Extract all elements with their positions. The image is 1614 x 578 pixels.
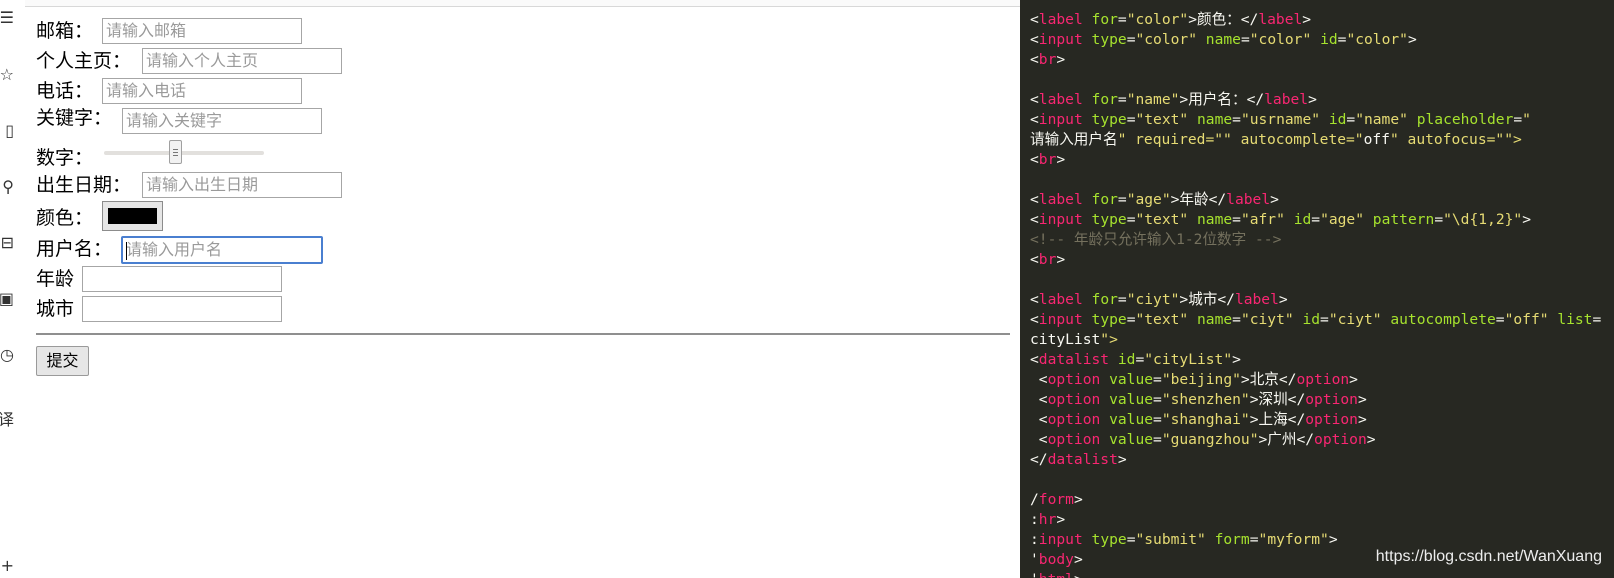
browser-page: ☰ ☆ ▯ ⚲ ⊟ ▣ ◷ 译 + 邮箱： 请输入邮箱 个人主页： 请输入个人主…	[0, 0, 1020, 578]
birthday-field[interactable]: 请输入出生日期	[142, 172, 342, 198]
email-label: 邮箱：	[36, 20, 94, 42]
number-slider[interactable]	[104, 151, 264, 155]
code-line: <input type="text" name="afr" id="age" p…	[1030, 211, 1531, 228]
code-line: <input type="text" name="ciyt" id="ciyt"…	[1030, 311, 1602, 328]
keyword-field[interactable]: 请输入关键字	[122, 108, 322, 134]
code-line: <datalist id="cityList">	[1030, 351, 1241, 368]
code-line: <input type="text" name="usrname" id="na…	[1030, 111, 1531, 128]
code-line: <!-- 年龄只允许输入1-2位数字 -->	[1030, 231, 1282, 248]
code-editor-pane: <label for="color">颜色：</label> <input typ…	[1020, 0, 1614, 578]
code-line: <label for="color">颜色：</label>	[1030, 11, 1312, 28]
translate-text-icon[interactable]: 译	[0, 410, 14, 430]
age-field[interactable]	[82, 266, 282, 292]
code-line: <br>	[1030, 51, 1066, 68]
code-line: <label for="name">用户名：</label>	[1030, 91, 1317, 108]
sidebar-icon-rail: ☰ ☆ ▯ ⚲ ⊟ ▣ ◷ 译 +	[0, 0, 14, 578]
translate-icon[interactable]: ⊟	[0, 233, 14, 253]
color-label: 颜色：	[36, 207, 94, 229]
history-icon[interactable]: ◷	[0, 345, 14, 365]
save-icon[interactable]: ▣	[0, 289, 14, 309]
keyword-label: 关键字：	[36, 107, 113, 129]
code-line: <label for="ciyt">城市</label>	[1030, 291, 1288, 308]
horizontal-rule	[36, 333, 1010, 335]
phone-field[interactable]: 请输入电话	[102, 78, 302, 104]
homepage-field[interactable]: 请输入个人主页	[142, 48, 342, 74]
submit-button[interactable]: 提交	[36, 346, 89, 376]
code-line: :input type="submit" form="myform">	[1030, 531, 1338, 548]
add-icon[interactable]: +	[0, 556, 14, 576]
star-icon[interactable]: ☆	[0, 65, 14, 85]
code-line: <label for="age">年龄</label>	[1030, 191, 1279, 208]
phone-label: 电话：	[36, 80, 94, 102]
code-line: cityList">	[1030, 331, 1118, 348]
color-picker[interactable]	[102, 201, 163, 231]
code-line: <option value="guangzhou">广州</option>	[1030, 431, 1376, 448]
age-label: 年龄	[36, 268, 75, 290]
page-top-edge	[25, 0, 1020, 7]
birthday-label: 出生日期：	[36, 174, 132, 196]
email-field[interactable]: 请输入邮箱	[102, 18, 302, 44]
bookmark-icon[interactable]: ▯	[0, 121, 14, 141]
code-line: <option value="beijing">北京</option>	[1030, 371, 1358, 388]
number-label: 数字：	[36, 147, 94, 169]
code-line: </datalist>	[1030, 451, 1127, 468]
city-field[interactable]	[82, 296, 282, 322]
code-line: 'html>	[1030, 570, 1083, 578]
text-caret	[126, 242, 127, 260]
code-line: <option value="shanghai">上海</option>	[1030, 411, 1367, 428]
homepage-label: 个人主页：	[36, 50, 132, 72]
city-label: 城市	[36, 298, 75, 320]
code-line: <input type="color" name="color" id="col…	[1030, 31, 1417, 48]
username-label: 用户名：	[36, 238, 113, 260]
code-line: :hr>	[1030, 511, 1066, 528]
username-field[interactable]: 请输入用户名	[121, 236, 323, 264]
code-line: 请输入用户名" required="" autocomplete="off" a…	[1030, 131, 1522, 148]
code-line: <br>	[1030, 151, 1066, 168]
code-line: /form>	[1030, 491, 1083, 508]
watermark-url: https://blog.csdn.net/WanXuang	[1375, 548, 1602, 565]
number-slider-thumb[interactable]	[169, 140, 182, 164]
list-icon[interactable]: ☰	[0, 8, 14, 28]
color-swatch	[108, 208, 157, 224]
code-line: <option value="shenzhen">深圳</option>	[1030, 391, 1367, 408]
code-line: <br>	[1030, 251, 1066, 268]
code-line: 'body>	[1030, 551, 1083, 568]
search-icon[interactable]: ⚲	[0, 177, 14, 197]
